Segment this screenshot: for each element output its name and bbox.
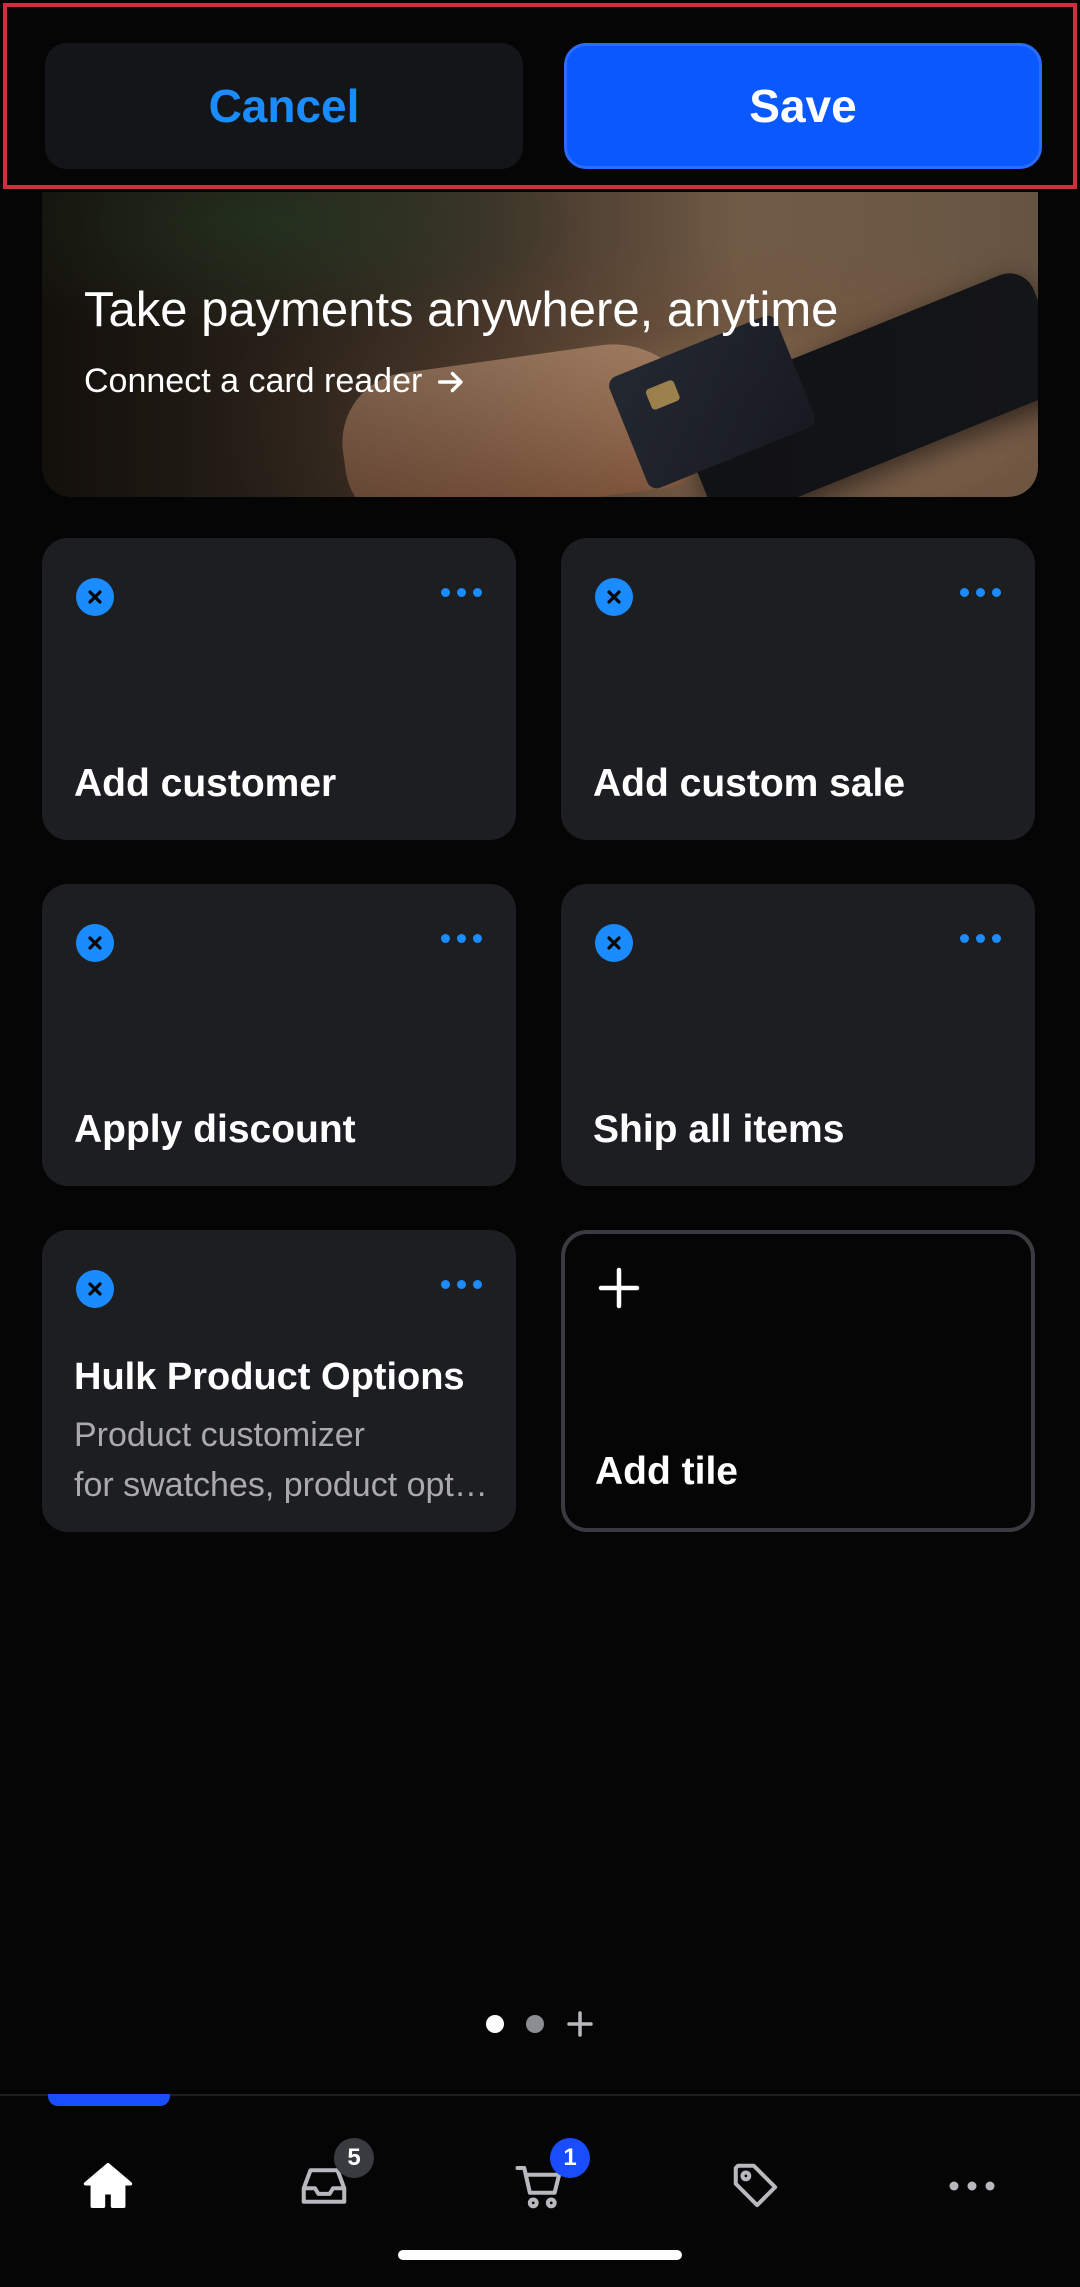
tile-add-customer[interactable]: Add customer — [42, 538, 516, 840]
home-icon — [83, 2162, 133, 2208]
tile-add-custom-sale[interactable]: Add custom sale — [561, 538, 1035, 840]
add-tile-label: Add tile — [595, 1450, 738, 1493]
nav-cart[interactable]: 1 — [510, 2138, 590, 2216]
more-options-icon[interactable] — [441, 588, 482, 597]
nav-more[interactable] — [942, 2156, 1002, 2216]
tile-ship-all-items[interactable]: Ship all items — [561, 884, 1035, 1186]
tile-label: Add customer — [74, 762, 337, 805]
arrow-right-icon — [438, 371, 463, 392]
banner-title: Take payments anywhere, anytime — [84, 283, 839, 337]
remove-tile-icon[interactable] — [595, 578, 633, 616]
remove-tile-icon[interactable] — [76, 924, 114, 962]
more-options-icon[interactable] — [960, 588, 1001, 597]
add-page-icon[interactable] — [566, 2010, 594, 2038]
tile-description-line: Product customizer — [74, 1416, 365, 1454]
nav-inbox[interactable]: 5 — [294, 2138, 374, 2216]
save-button[interactable]: Save — [564, 43, 1042, 169]
remove-tile-icon[interactable] — [595, 924, 633, 962]
more-options-icon[interactable] — [441, 934, 482, 943]
tile-apply-discount[interactable]: Apply discount — [42, 884, 516, 1186]
cancel-button[interactable]: Cancel — [45, 43, 523, 169]
more-icon — [949, 2181, 995, 2191]
tile-hulk-product-options[interactable]: Hulk Product Options Product customizer … — [42, 1230, 516, 1532]
more-options-icon[interactable] — [960, 934, 1001, 943]
more-options-icon[interactable] — [441, 1280, 482, 1289]
nav-products[interactable] — [726, 2156, 786, 2216]
banner-link-label: Connect a card reader — [84, 362, 423, 400]
tile-label: Add custom sale — [593, 762, 906, 805]
top-action-bar: Cancel Save — [3, 3, 1077, 189]
connect-card-reader-link[interactable]: Connect a card reader — [84, 362, 468, 401]
remove-tile-icon[interactable] — [76, 578, 114, 616]
page-indicator — [486, 2010, 594, 2038]
page-dot-active[interactable] — [486, 2015, 504, 2033]
tile-description: Product customizer for swatches, product… — [74, 1410, 494, 1510]
remove-tile-icon[interactable] — [76, 1270, 114, 1308]
active-tab-indicator — [48, 2094, 170, 2106]
tag-icon — [733, 2163, 778, 2208]
inbox-badge: 5 — [334, 2138, 374, 2178]
add-tile-button[interactable]: Add tile — [561, 1230, 1035, 1532]
card-reader-banner[interactable]: Take payments anywhere, anytime Connect … — [42, 192, 1038, 497]
tile-description-line: for swatches, product options and more — [74, 1466, 494, 1504]
plus-icon — [598, 1267, 640, 1309]
tile-label: Ship all items — [593, 1108, 845, 1151]
tile-title: Hulk Product Options — [74, 1356, 465, 1398]
tile-label: Apply discount — [74, 1108, 356, 1151]
page-dot[interactable] — [526, 2015, 544, 2033]
nav-home[interactable] — [78, 2156, 138, 2216]
cart-badge: 1 — [550, 2138, 590, 2178]
home-indicator — [398, 2250, 682, 2260]
